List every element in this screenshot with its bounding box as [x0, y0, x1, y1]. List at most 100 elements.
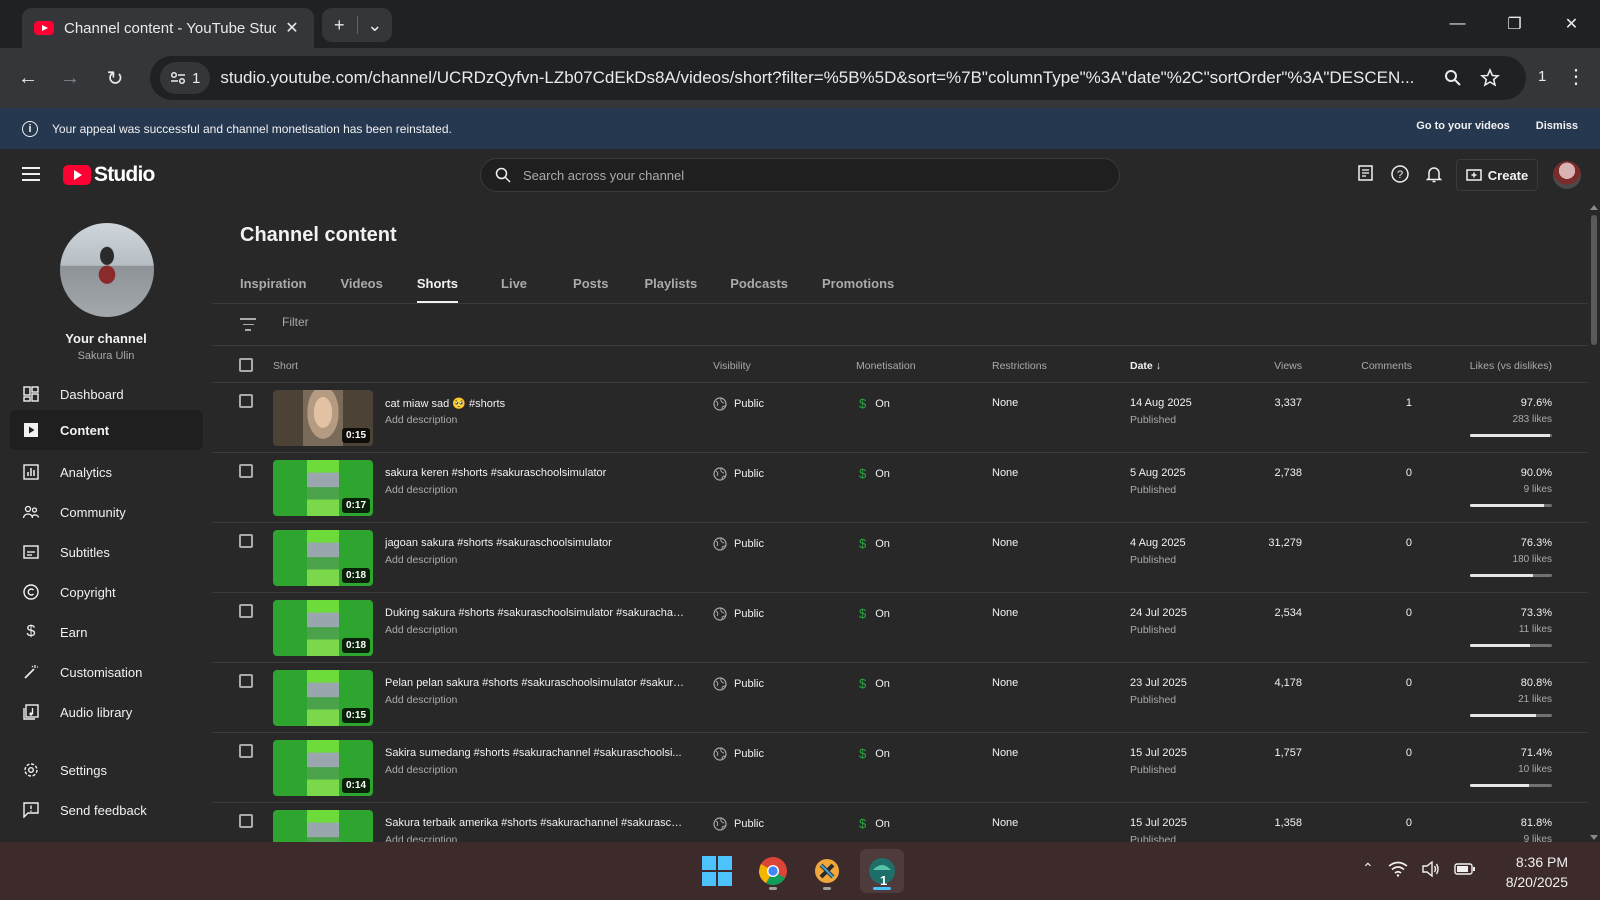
bookmark-star-icon[interactable] — [1480, 68, 1501, 88]
visibility-cell[interactable]: Public — [713, 607, 764, 621]
tab-close-icon[interactable]: ✕ — [282, 18, 302, 38]
video-thumbnail[interactable]: 0:14 — [273, 740, 373, 796]
table-row[interactable]: 0:15 cat miaw sad 🥺 #shorts Add descript… — [212, 383, 1588, 453]
sidebar-item-content[interactable]: Content — [10, 410, 203, 450]
video-thumbnail[interactable]: 0:18 — [273, 600, 373, 656]
omnibox[interactable]: 1 studio.youtube.com/channel/UCRDzQyfvn-… — [150, 56, 1526, 100]
filter-input[interactable] — [282, 315, 782, 329]
video-description[interactable]: Add description — [385, 624, 457, 636]
search-box[interactable] — [480, 158, 1120, 192]
extensions-count[interactable]: 1 — [1538, 68, 1546, 85]
table-row[interactable]: 0:14 Sakira sumedang #shorts #sakurachan… — [212, 733, 1588, 803]
tab-search-chevron-icon[interactable]: ⌄ — [358, 15, 393, 36]
sidebar-item-community[interactable]: Community — [10, 492, 203, 532]
scroll-up-arrow-icon[interactable] — [1590, 205, 1598, 210]
row-checkbox[interactable] — [239, 674, 253, 688]
minimize-icon[interactable]: — — [1429, 0, 1486, 48]
start-button[interactable] — [695, 849, 739, 893]
table-row[interactable]: 0:17 sakura keren #shorts #sakuraschools… — [212, 453, 1588, 523]
browser-tab[interactable]: Channel content - YouTube Studio ✕ — [22, 8, 314, 48]
taskbar-clock[interactable]: 8:36 PM 8/20/2025 — [1506, 852, 1568, 892]
battery-icon[interactable] — [1454, 862, 1476, 876]
video-description[interactable]: Add description — [385, 834, 457, 842]
back-icon[interactable]: ← — [12, 62, 44, 94]
tray-overflow-chevron-icon[interactable]: ⌃ — [1362, 860, 1374, 877]
monetisation-cell[interactable]: $ On — [859, 396, 890, 411]
taskbar-app-x[interactable] — [805, 849, 849, 893]
tab-inspiration[interactable]: Inspiration — [240, 263, 306, 303]
tab-promotions[interactable]: Promotions — [822, 263, 894, 303]
search-input[interactable] — [523, 167, 1083, 183]
close-window-icon[interactable]: ✕ — [1543, 0, 1600, 48]
video-title[interactable]: Sakira sumedang #shorts #sakurachannel #… — [385, 747, 685, 759]
sidebar-item-send-feedback[interactable]: Send feedback — [10, 790, 203, 830]
tab-videos[interactable]: Videos — [340, 263, 382, 303]
create-button[interactable]: Create — [1456, 159, 1538, 191]
video-thumbnail[interactable]: 0:18 — [273, 530, 373, 586]
taskbar-app-active[interactable]: 1 — [860, 849, 904, 893]
video-title[interactable]: Duking sakura #shorts #sakuraschoolsimul… — [385, 607, 685, 619]
studio-logo[interactable]: Studio — [63, 163, 155, 187]
row-checkbox[interactable] — [239, 534, 253, 548]
monetisation-cell[interactable]: $ On — [859, 676, 890, 691]
video-title[interactable]: Pelan pelan sakura #shorts #sakuraschool… — [385, 677, 685, 689]
forward-icon[interactable]: → — [54, 62, 86, 94]
video-description[interactable]: Add description — [385, 484, 457, 496]
video-title[interactable]: jagoan sakura #shorts #sakuraschoolsimul… — [385, 537, 685, 549]
account-avatar[interactable] — [1553, 161, 1581, 189]
column-comments[interactable]: Comments — [1361, 360, 1412, 372]
column-likes[interactable]: Likes (vs dislikes) — [1470, 360, 1552, 372]
channel-avatar[interactable] — [60, 223, 154, 317]
visibility-cell[interactable]: Public — [713, 677, 764, 691]
column-views[interactable]: Views — [1274, 360, 1302, 372]
go-to-videos-button[interactable]: Go to your videos — [1416, 120, 1510, 132]
reload-icon[interactable]: ↻ — [99, 62, 131, 94]
visibility-cell[interactable]: Public — [713, 397, 764, 411]
tab-podcasts[interactable]: Podcasts — [730, 263, 788, 303]
video-description[interactable]: Add description — [385, 414, 457, 426]
browser-menu-icon[interactable]: ⋮ — [1566, 64, 1586, 89]
site-info-button[interactable]: 1 — [160, 62, 211, 94]
wifi-icon[interactable] — [1388, 861, 1408, 877]
sidebar-item-settings[interactable]: Settings — [10, 750, 203, 790]
video-title[interactable]: sakura keren #shorts #sakuraschoolsimula… — [385, 467, 685, 479]
video-title[interactable]: cat miaw sad 🥺 #shorts — [385, 397, 685, 410]
monetisation-cell[interactable]: $ On — [859, 816, 890, 831]
row-checkbox[interactable] — [239, 464, 253, 478]
table-row[interactable]: 0:15 Pelan pelan sakura #shorts #sakuras… — [212, 663, 1588, 733]
visibility-cell[interactable]: Public — [713, 747, 764, 761]
new-tab-icon[interactable]: + — [322, 15, 357, 36]
monetisation-cell[interactable]: $ On — [859, 746, 890, 761]
select-all-checkbox[interactable] — [239, 358, 253, 372]
tab-live[interactable]: Live — [501, 263, 527, 303]
taskbar-chrome[interactable] — [751, 849, 795, 893]
sidebar-item-subtitles[interactable]: Subtitles — [10, 532, 203, 572]
tab-shorts[interactable]: Shorts — [416, 263, 459, 303]
video-description[interactable]: Add description — [385, 694, 457, 706]
row-checkbox[interactable] — [239, 394, 253, 408]
video-thumbnail[interactable]: 0:17 — [273, 460, 373, 516]
video-title[interactable]: Sakura terbaik amerika #shorts #sakurach… — [385, 817, 685, 829]
row-checkbox[interactable] — [239, 744, 253, 758]
restore-icon[interactable]: ❐ — [1486, 0, 1543, 48]
row-checkbox[interactable] — [239, 604, 253, 618]
table-row[interactable]: Sakura terbaik amerika #shorts #sakurach… — [212, 803, 1588, 842]
monetisation-cell[interactable]: $ On — [859, 466, 890, 481]
messages-icon[interactable] — [1356, 164, 1376, 184]
monetisation-cell[interactable]: $ On — [859, 536, 890, 551]
volume-icon[interactable] — [1422, 860, 1440, 877]
sidebar-item-audio-library[interactable]: Audio library — [10, 692, 203, 732]
sidebar-item-dashboard[interactable]: Dashboard — [10, 374, 203, 414]
row-checkbox[interactable] — [239, 814, 253, 828]
visibility-cell[interactable]: Public — [713, 817, 764, 831]
hamburger-menu-icon[interactable] — [22, 167, 40, 185]
sidebar-item-customisation[interactable]: Customisation — [10, 652, 203, 692]
dismiss-button[interactable]: Dismiss — [1536, 120, 1578, 132]
filter-icon[interactable] — [240, 318, 256, 335]
visibility-cell[interactable]: Public — [713, 467, 764, 481]
video-thumbnail[interactable]: 0:15 — [273, 390, 373, 446]
url-text[interactable]: studio.youtube.com/channel/UCRDzQyfvn-LZ… — [220, 68, 1430, 88]
video-description[interactable]: Add description — [385, 554, 457, 566]
help-icon[interactable]: ? — [1390, 164, 1410, 184]
sidebar-item-copyright[interactable]: Copyright — [10, 572, 203, 612]
